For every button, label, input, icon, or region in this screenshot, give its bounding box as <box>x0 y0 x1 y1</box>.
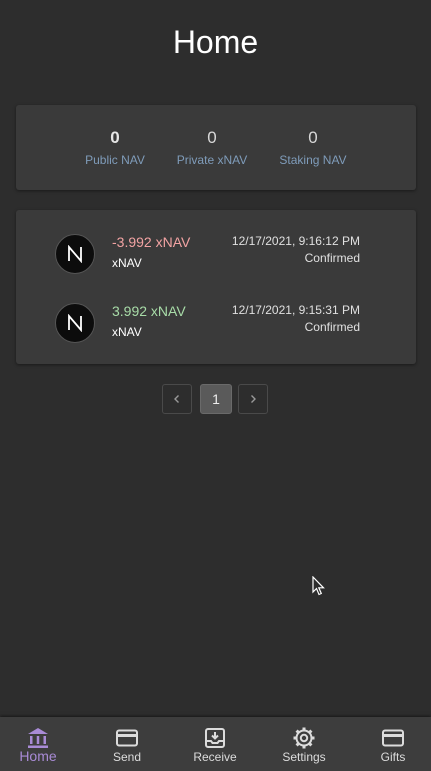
transaction-row[interactable]: 3.992 xNAV xNAV 12/17/2021, 9:15:31 PM C… <box>16 299 416 359</box>
transaction-list: -3.992 xNAV xNAV 12/17/2021, 9:16:12 PM … <box>16 210 416 364</box>
nav-label: Send <box>112 750 142 764</box>
balance-card: 0 Public NAV 0 Private xNAV 0 Staking NA… <box>16 105 416 190</box>
balance-staking-nav: 0 Staking NAV <box>263 128 363 168</box>
navcoin-logo-icon <box>55 234 95 274</box>
nav-home[interactable]: Home <box>0 717 81 771</box>
balance-value: 0 <box>207 128 217 147</box>
page-button[interactable]: 1 <box>200 384 232 414</box>
mouse-cursor-icon <box>312 575 326 601</box>
bottom-navigation: Home Send Receive Settings Gifts <box>0 717 431 771</box>
balance-label: Staking NAV <box>279 153 347 167</box>
nav-receive[interactable]: Receive <box>172 717 258 771</box>
chevron-right-icon <box>251 395 256 403</box>
pagination: 1 <box>162 384 272 416</box>
nav-label: Settings <box>282 750 326 764</box>
navcoin-logo-icon <box>55 303 95 343</box>
transaction-unit: xNAV <box>112 325 142 339</box>
transaction-status: Confirmed <box>304 320 360 334</box>
nav-label: Home <box>19 748 57 764</box>
balance-label: Private xNAV <box>176 153 248 167</box>
transaction-status: Confirmed <box>304 251 360 265</box>
inbox-download-icon <box>205 728 225 748</box>
gear-icon <box>293 727 315 749</box>
page-title: Home <box>172 24 259 60</box>
credit-card-icon <box>116 729 138 747</box>
transaction-amount: -3.992 xNAV <box>112 234 191 250</box>
balance-public-nav: 0 Public NAV <box>65 128 165 168</box>
balance-private-xnav: 0 Private xNAV <box>162 128 262 168</box>
card-icon <box>382 729 404 747</box>
chevron-left-icon <box>174 395 179 403</box>
nav-label: Receive <box>193 750 237 764</box>
balance-value: 0 <box>110 128 120 147</box>
transaction-amount: 3.992 xNAV <box>112 303 186 319</box>
nav-gifts[interactable]: Gifts <box>350 717 431 771</box>
nav-label: Gifts <box>380 750 406 764</box>
transaction-date: 12/17/2021, 9:15:31 PM <box>231 303 360 317</box>
bank-icon <box>28 728 48 748</box>
balance-value: 0 <box>308 128 318 147</box>
prev-page-button[interactable] <box>162 384 192 414</box>
transaction-date: 12/17/2021, 9:16:12 PM <box>231 234 360 248</box>
nav-settings[interactable]: Settings <box>261 717 347 771</box>
nav-send[interactable]: Send <box>84 717 170 771</box>
transaction-row[interactable]: -3.992 xNAV xNAV 12/17/2021, 9:16:12 PM … <box>16 230 416 290</box>
balance-label: Public NAV <box>85 153 145 167</box>
transaction-unit: xNAV <box>112 256 142 270</box>
next-page-button[interactable] <box>238 384 268 414</box>
